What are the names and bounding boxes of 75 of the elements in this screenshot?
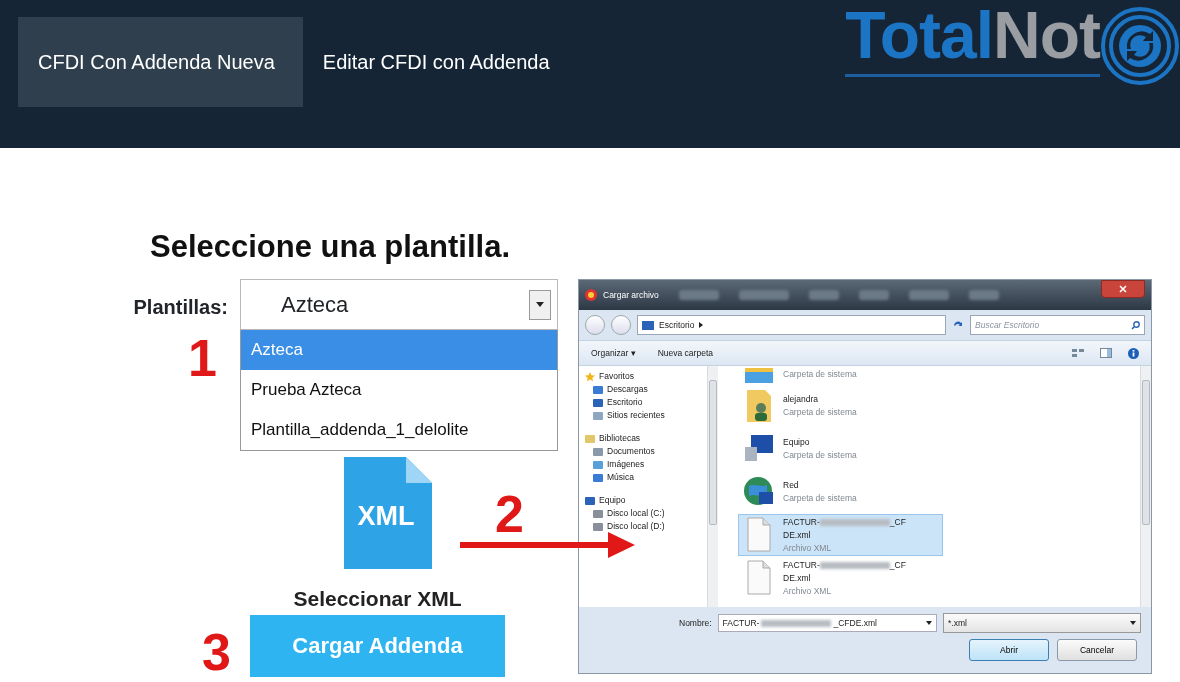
file-name-end: _CF	[889, 516, 906, 529]
star-icon	[585, 372, 595, 382]
tree-item[interactable]: Escritorio	[593, 396, 707, 410]
dropdown-option[interactable]: Prueba Azteca	[241, 370, 557, 411]
file-item[interactable]: Equipo Carpeta de sistema	[738, 428, 943, 471]
cancel-button[interactable]: Cancelar	[1057, 639, 1137, 662]
file-item[interactable]: FACTUR- _CF DE.xml Archivo XML	[738, 514, 943, 557]
file-name: alejandra	[783, 393, 818, 407]
dropdown-option[interactable]: Plantilla_addenda_1_delolite	[241, 410, 557, 451]
search-box[interactable]: Buscar Escritorio	[970, 315, 1145, 336]
tree-item[interactable]: Disco local (C:)	[593, 507, 707, 521]
step-number: 1	[188, 332, 217, 384]
file-type: Archivo XML	[783, 584, 833, 598]
pane-icon	[1100, 347, 1112, 358]
file-type: Carpeta de sistema	[783, 449, 857, 462]
step-number: 2	[495, 488, 524, 540]
tree-item[interactable]: Música	[593, 471, 707, 485]
tree-item[interactable]: Favoritos	[585, 370, 707, 384]
tree-item[interactable]: Imágenes	[593, 458, 707, 472]
forward-button[interactable]	[611, 315, 631, 336]
dialog-title: Cargar archivo	[603, 288, 659, 302]
xml-file-icon: XML	[343, 457, 432, 570]
step-number: 3	[202, 626, 231, 678]
blurred-text	[819, 561, 890, 569]
file-name-end: _CF	[889, 559, 906, 572]
file-name-line: DE.xml	[783, 528, 812, 542]
file-item[interactable]: Red Carpeta de sistema	[738, 471, 943, 514]
tree-item[interactable]: Bibliotecas	[585, 432, 707, 446]
file-type: Archivo XML	[783, 541, 833, 555]
file-name: FACTUR-	[783, 559, 820, 572]
nav-tab[interactable]: Editar CFDI con Addenda	[302, 17, 578, 107]
caret-icon	[536, 302, 544, 308]
address-bar[interactable]: Escritorio	[637, 315, 946, 336]
file-name-line: DE.xml	[783, 571, 812, 585]
page-heading: Seleccione una plantilla.	[150, 228, 512, 266]
blurred-text	[819, 518, 890, 526]
logo-text: TotalNot	[845, 2, 1100, 68]
blurred-text	[761, 619, 832, 627]
desktop-icon	[642, 320, 654, 330]
template-select[interactable]: Azteca	[240, 279, 558, 331]
file-name-label: Nombre:	[679, 616, 712, 630]
nav-tab[interactable]: CFDI Con Addenda Nueva	[18, 17, 303, 107]
scroll-bar[interactable]	[1140, 366, 1151, 608]
scroll-bar[interactable]	[707, 366, 718, 608]
chevron-icon	[699, 322, 704, 329]
caret-icon	[1130, 621, 1136, 626]
tree-item[interactable]: Sitios recientes	[593, 409, 707, 423]
file-item[interactable]: Carpeta de sistema	[738, 366, 943, 385]
file-type-select[interactable]: *.xml	[943, 613, 1141, 634]
close-icon	[1119, 285, 1127, 294]
tree-item[interactable]: Disco local (D:)	[593, 520, 707, 534]
toolbar-button[interactable]: Organizar ▾	[591, 346, 636, 360]
view-icon	[1072, 347, 1084, 358]
help-icon	[1128, 347, 1139, 359]
file-type: Carpeta de sistema	[783, 368, 857, 381]
file-name-field[interactable]: FACTUR- _CFDE.xml	[717, 614, 937, 633]
back-button[interactable]	[585, 315, 605, 336]
field-label: Plantillas:	[132, 295, 229, 321]
picker-label: Seleccionar XML	[293, 586, 462, 613]
close-button[interactable]	[1101, 280, 1145, 299]
open-button[interactable]: Abrir	[969, 639, 1049, 662]
toolbar-button[interactable]: Nueva carpeta	[657, 346, 713, 360]
tree-item[interactable]: Descargas	[593, 383, 707, 397]
file-item[interactable]: alejandra Carpeta de sistema	[738, 385, 943, 428]
file-name: FACTUR-	[783, 516, 820, 529]
app-icon	[585, 289, 597, 302]
file-name: Red	[783, 479, 799, 493]
caret-icon	[926, 621, 932, 626]
file-type: Carpeta de sistema	[783, 492, 857, 505]
file-item[interactable]: FACTUR- _CF DE.xml Archivo XML	[738, 557, 943, 600]
search-icon	[1131, 320, 1140, 330]
tree-item[interactable]: Documentos	[593, 445, 707, 459]
file-name: Equipo	[783, 436, 810, 450]
file-type: Carpeta de sistema	[783, 406, 857, 419]
tree-item[interactable]: Equipo	[585, 494, 707, 508]
